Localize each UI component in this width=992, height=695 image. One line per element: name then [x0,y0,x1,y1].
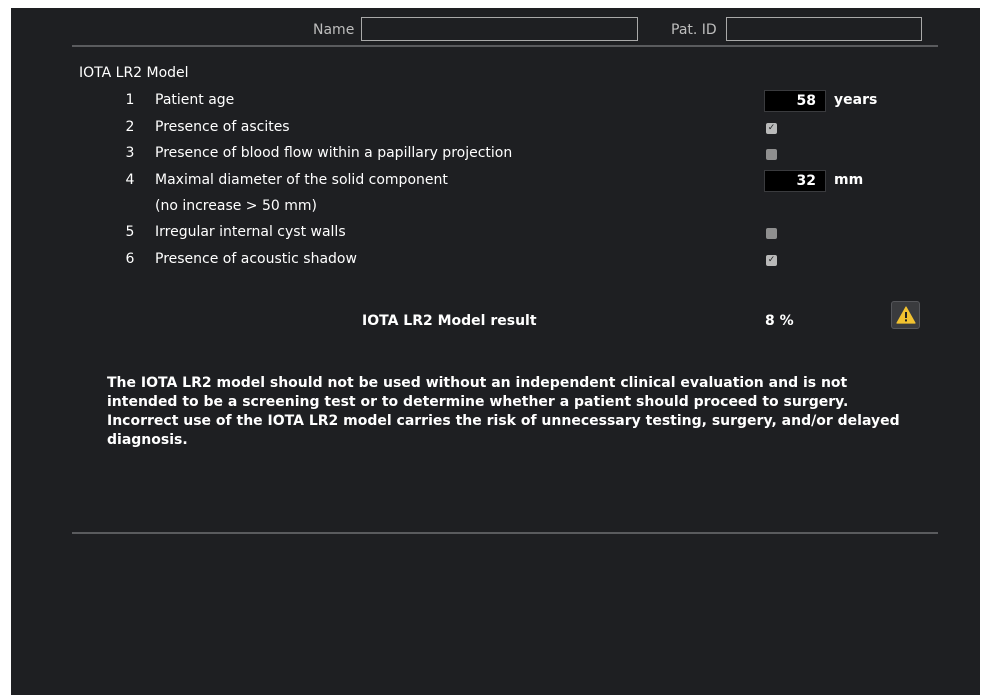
item-number: 5 [125,224,135,240]
patient-age-input[interactable]: 58 [764,90,826,112]
item-label: Irregular internal cyst walls [155,224,346,240]
name-field[interactable] [361,17,638,41]
blood-flow-checkbox[interactable]: ✓ [766,149,777,160]
item-number: 3 [125,145,135,161]
warning-button[interactable] [891,301,920,329]
name-label: Name [313,22,355,38]
item-blood-flow: 3 Presence of blood flow within a papill… [11,145,980,167]
item-number: 2 [125,119,135,135]
iota-lr2-panel: Name Pat. ID IOTA LR2 Model 1 Patient ag… [11,8,980,695]
solid-diameter-unit: mm [834,172,864,188]
item-label: Patient age [155,92,235,108]
result-label: IOTA LR2 Model result [362,313,537,329]
acoustic-shadow-checkbox[interactable]: ✓ [766,255,777,266]
item-solid-diameter-note: (no increase > 50 mm) [11,198,980,220]
patient-age-unit: years [834,92,878,108]
item-number: 1 [125,92,135,108]
item-label: Presence of acoustic shadow [155,251,357,267]
warning-triangle-icon [896,306,916,324]
solid-diameter-input[interactable]: 32 [764,170,826,192]
item-ascites: 2 Presence of ascites ✓ [11,119,980,141]
patient-id-label: Pat. ID [671,22,717,38]
cyst-walls-checkbox[interactable]: ✓ [766,228,777,239]
footer-divider [72,532,938,534]
item-label: Presence of ascites [155,119,290,135]
item-cyst-walls: 5 Irregular internal cyst walls ✓ [11,224,980,246]
patient-id-field[interactable] [726,17,922,41]
item-acoustic-shadow: 6 Presence of acoustic shadow ✓ [11,251,980,273]
header-divider [72,45,938,47]
item-label: Maximal diameter of the solid component [155,172,448,188]
result-value: 8 % [765,313,794,329]
item-patient-age: 1 Patient age 58 years [11,90,980,114]
item-sublabel: (no increase > 50 mm) [155,198,317,214]
disclaimer-text: The IOTA LR2 model should not be used wi… [107,375,900,448]
ascites-checkbox[interactable]: ✓ [766,123,777,134]
model-title: IOTA LR2 Model [79,65,189,81]
item-solid-diameter: 4 Maximal diameter of the solid componen… [11,170,980,194]
item-number: 4 [125,172,135,188]
item-label: Presence of blood flow within a papillar… [155,145,513,161]
item-number: 6 [125,251,135,267]
